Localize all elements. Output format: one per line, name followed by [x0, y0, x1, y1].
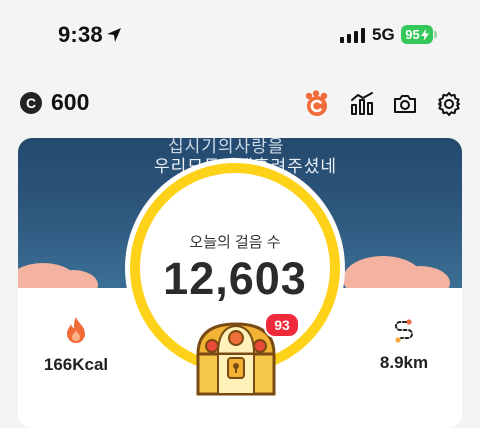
distance-value: 8.9km	[379, 353, 429, 372]
steps-label: 오늘의 걸음 수	[189, 234, 281, 251]
battery-indicator: 95	[401, 25, 433, 44]
coin-balance[interactable]: 600	[51, 89, 89, 116]
calories-stat: 166Kcal	[40, 316, 112, 375]
status-time: 9:38	[58, 22, 103, 47]
calories-value: 166Kcal	[43, 355, 109, 374]
settings-button[interactable]	[434, 89, 464, 119]
distance-stat: 8.9km	[368, 318, 440, 373]
reward-count-badge: 93	[264, 312, 300, 338]
cell-signal-icon	[340, 28, 365, 43]
stats-icon	[351, 92, 373, 115]
steps-value: 12,603	[163, 253, 307, 304]
coin-icon: C	[20, 92, 42, 114]
battery-tip	[434, 31, 437, 38]
pet-paw-icon	[305, 90, 328, 116]
network-type: 5G	[372, 25, 395, 44]
pet-button[interactable]	[302, 89, 332, 119]
battery-level: 95	[405, 27, 420, 42]
settings-gear-icon	[438, 92, 460, 116]
charging-bolt-icon	[420, 28, 429, 41]
flame-icon	[67, 317, 85, 343]
route-icon	[395, 319, 413, 343]
camera-icon	[394, 95, 416, 113]
status-bar: 9:38 5G 95	[0, 0, 480, 70]
location-arrow-icon	[107, 28, 121, 42]
stats-button[interactable]	[347, 89, 377, 119]
camera-button[interactable]	[390, 89, 420, 119]
app-header: C 600	[0, 80, 480, 126]
